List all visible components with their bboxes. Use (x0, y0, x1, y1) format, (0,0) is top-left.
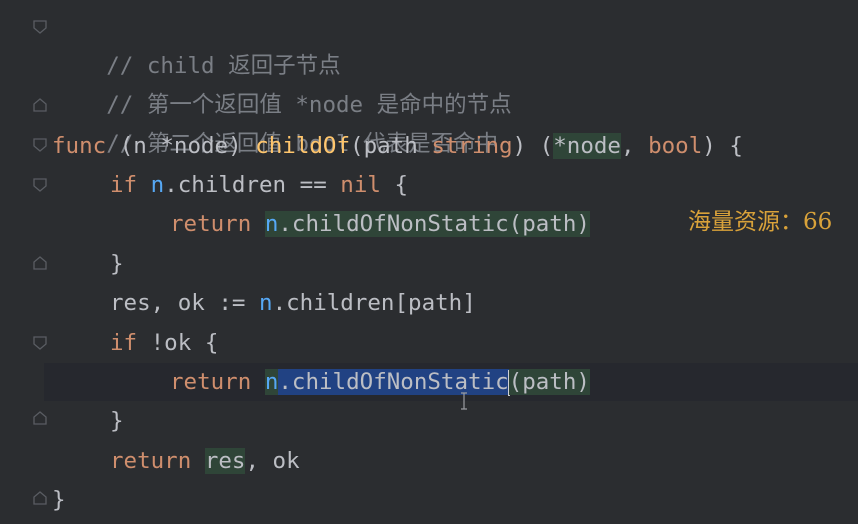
code-line-3[interactable]: // 第二个返回值 bool 代表是否命中 (52, 87, 498, 157)
fold-close-icon[interactable] (32, 255, 48, 271)
return-type-node: node (566, 133, 621, 159)
expression: !ok { (137, 330, 219, 356)
receiver: n (264, 369, 279, 395)
type-node: node (173, 133, 229, 159)
punct: ) (228, 133, 256, 159)
keyword-return: return (170, 369, 252, 395)
keyword-nil: nil (340, 172, 381, 198)
code-line-12[interactable]: return res, ok (52, 442, 300, 480)
keyword-func: func (52, 133, 107, 159)
expression: , ok (245, 448, 300, 474)
fold-close-icon[interactable] (32, 410, 48, 426)
punct: ( (106, 133, 134, 159)
method-call[interactable]: .childOfNonStatic(path) (278, 211, 590, 237)
punct: * (146, 133, 174, 159)
keyword-return: return (110, 448, 192, 474)
code-line-2[interactable]: // 第一个返回值 *node 是命中的节点 (52, 48, 511, 118)
keyword-if: if (110, 330, 138, 356)
code-line-10[interactable]: return n.childOfNonStatic(path) (52, 363, 590, 401)
code-line-11[interactable]: } (52, 402, 124, 440)
code-line-1[interactable]: // child 返回子节点 (52, 9, 340, 79)
fold-open-icon[interactable] (32, 177, 48, 193)
code-line-5[interactable]: if n.children == nil { (52, 166, 408, 204)
assignment: res, ok := (110, 290, 260, 316)
fold-close-icon[interactable] (32, 97, 48, 113)
receiver: n (259, 290, 273, 316)
punct: , (620, 133, 649, 159)
text-cursor-icon (459, 392, 469, 410)
punct: { (380, 172, 409, 198)
expression: .children == (164, 172, 341, 198)
code-line-13[interactable]: } (52, 481, 66, 519)
receiver: n (150, 172, 165, 198)
watermark-text: 海量资源：66 (688, 209, 833, 235)
receiver: n (133, 133, 147, 159)
punct: * (553, 133, 567, 159)
fold-open-icon[interactable] (32, 335, 48, 351)
var-res: res (204, 448, 246, 474)
punct: ) ( (512, 133, 554, 159)
keyword-if: if (110, 172, 138, 198)
closing-brace: } (110, 251, 124, 277)
call-args: (path) (508, 369, 590, 395)
receiver: n (264, 211, 279, 237)
code-line-8[interactable]: res, ok := n.children[path] (52, 284, 476, 322)
param-path: path (363, 133, 418, 159)
code-line-9[interactable]: if !ok { (52, 324, 218, 362)
code-line-6[interactable]: return n.childOfNonStatic(path) (52, 205, 590, 243)
function-name[interactable]: childOf (255, 133, 350, 159)
keyword-return: return (170, 211, 252, 237)
return-type-bool: bool (648, 133, 703, 159)
closing-brace: } (52, 487, 66, 513)
fold-open-icon[interactable] (32, 137, 48, 153)
punct: ( (350, 133, 364, 159)
type-string: string (431, 133, 513, 159)
code-line-4[interactable]: func (n *node) childOf(path string) (*no… (52, 127, 743, 165)
closing-brace: } (110, 408, 124, 434)
code-editor[interactable]: // child 返回子节点 // 第一个返回值 *node 是命中的节点 //… (0, 0, 858, 524)
selected-method-name[interactable]: childOfNonStatic (292, 369, 509, 395)
code-line-7[interactable]: } (52, 245, 124, 283)
punct: ) { (702, 133, 743, 159)
expression: .children[path] (272, 290, 476, 316)
fold-close-icon[interactable] (32, 490, 48, 506)
fold-open-icon[interactable] (32, 19, 48, 35)
punct: . (278, 369, 292, 395)
